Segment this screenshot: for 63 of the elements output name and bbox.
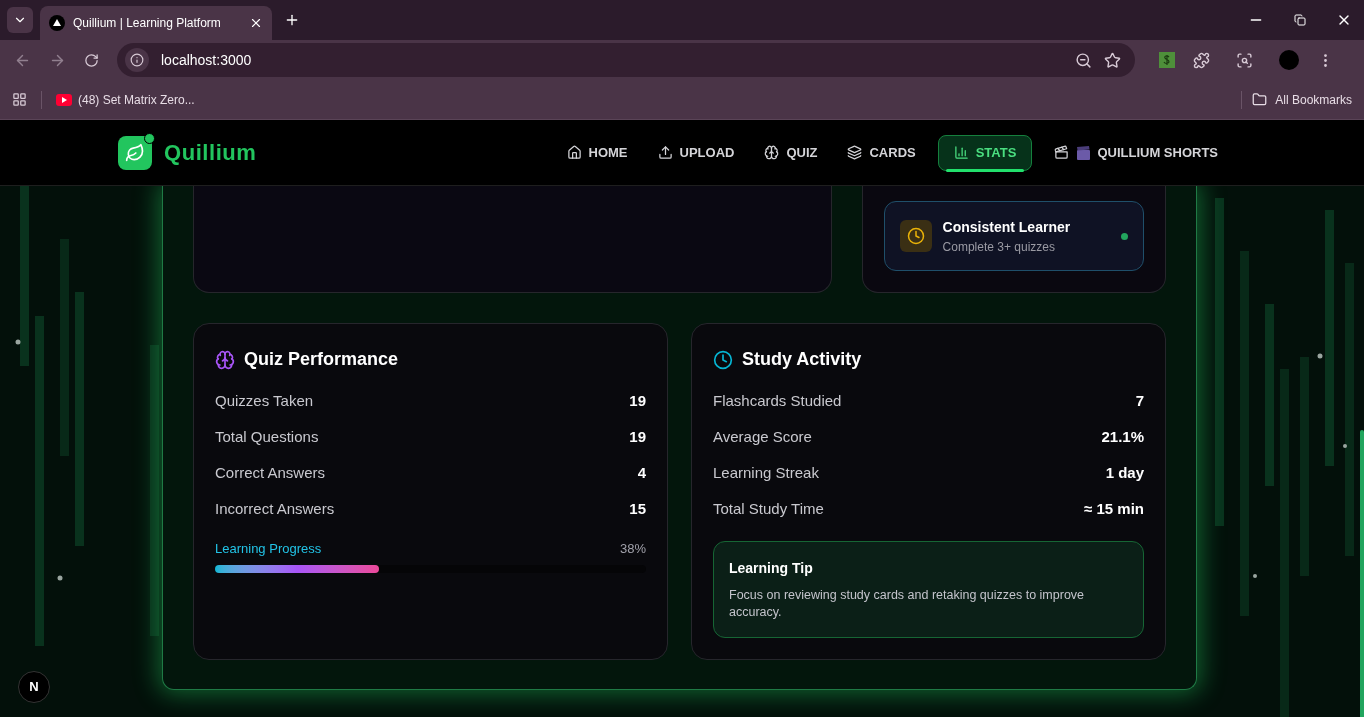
new-tab-icon[interactable]	[284, 12, 300, 28]
nav-tab[interactable]: HOME	[558, 134, 636, 171]
close-icon[interactable]	[249, 16, 263, 30]
clapperboard-icon	[1077, 145, 1091, 160]
stat-value: 4	[637, 462, 646, 483]
nav-tab[interactable]: STATS	[937, 134, 1033, 171]
extension-icon[interactable]	[1159, 52, 1175, 68]
lens-icon[interactable]	[1236, 51, 1253, 69]
progress-label: Learning Progress	[215, 540, 322, 558]
leaf-icon	[125, 142, 145, 163]
zoom-icon[interactable]	[1075, 51, 1092, 69]
upload-icon	[657, 145, 673, 160]
nav-tab[interactable]: QUILLIUM SHORTS	[1046, 134, 1226, 171]
stat-label: Incorrect Answers	[215, 498, 335, 519]
stat-label: Flashcards Studied	[713, 390, 842, 411]
stat-value: 1 day	[1105, 462, 1144, 483]
layers-icon	[847, 145, 863, 160]
stat-value: 19	[629, 390, 646, 411]
nav-tab[interactable]: UPLOAD	[649, 134, 743, 171]
clock-icon	[713, 349, 733, 370]
nav-tab[interactable]: CARDS	[839, 134, 924, 171]
folder-icon	[1252, 92, 1268, 107]
stat-value: ≈ 15 min	[1084, 498, 1144, 519]
restore-icon[interactable]	[1294, 14, 1306, 26]
info-icon[interactable]	[130, 53, 144, 67]
tip-title: Learning Tip	[729, 559, 814, 578]
clapperboard-icon	[1054, 145, 1070, 160]
logo[interactable]	[118, 135, 152, 170]
stat-label: Average Score	[713, 426, 812, 447]
progress-reading: 38%	[619, 540, 646, 558]
tip-text: Focus on reviewing study cards and retaking quizzes to improve accuracy.	[729, 587, 1086, 621]
stat-label: Learning Streak	[713, 462, 819, 483]
stat-value: 19	[629, 426, 646, 447]
tab-search-button[interactable]	[7, 7, 33, 33]
achievement-subtitle: Complete 3+ quizzes	[942, 238, 1056, 256]
stat-value: 7	[1135, 390, 1144, 411]
stat-value: 15	[629, 498, 646, 519]
play-icon	[56, 93, 72, 106]
bar-chart-icon	[953, 145, 969, 160]
nav-tab[interactable]: QUIZ	[756, 134, 826, 171]
card-title: Quiz Performance	[244, 348, 399, 371]
all-bookmarks-button[interactable]: All Bookmarks	[1252, 90, 1352, 109]
home-icon	[566, 145, 582, 160]
clock-icon	[899, 220, 932, 252]
stat-value: 21.1%	[1101, 426, 1144, 447]
apps-icon[interactable]	[12, 92, 27, 107]
card-title: Study Activity	[742, 348, 862, 371]
url-text: localhost:3000	[161, 50, 253, 70]
brand-name[interactable]: Quillium	[164, 136, 257, 169]
tab-title: Quillium | Learning Platform	[73, 15, 222, 32]
star-icon[interactable]	[1104, 51, 1121, 69]
browser-tab[interactable]: Quillium | Learning Platform	[40, 6, 272, 40]
brain-icon	[764, 145, 780, 160]
puzzle-icon[interactable]	[1193, 51, 1210, 69]
brain-icon	[215, 349, 235, 370]
stat-label: Quizzes Taken	[215, 390, 314, 411]
stat-label: Total Study Time	[713, 498, 824, 519]
reload-icon[interactable]	[84, 52, 99, 68]
address-bar[interactable]: localhost:3000	[117, 43, 1135, 77]
stat-label: Correct Answers	[215, 462, 326, 483]
stat-label: Total Questions	[215, 426, 319, 447]
bookmark-item[interactable]: (48) Set Matrix Zero...	[56, 90, 195, 109]
achievement-title: Consistent Learner	[942, 217, 1072, 237]
